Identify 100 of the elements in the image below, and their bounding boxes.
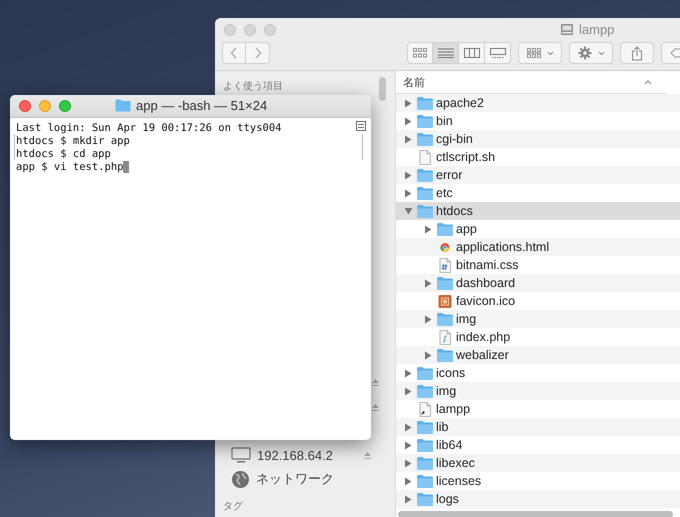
expand-triangle-icon[interactable] (404, 386, 412, 396)
expand-triangle-icon[interactable] (404, 134, 412, 144)
file-name: error (436, 168, 462, 182)
eject-icon[interactable] (371, 403, 380, 412)
file-row[interactable]: error (396, 166, 680, 184)
file-name: bin (436, 114, 453, 128)
view-button[interactable] (433, 42, 459, 64)
file-row[interactable]: webalizer (396, 346, 680, 364)
view-button[interactable] (459, 42, 485, 64)
monitor-icon (231, 446, 251, 464)
file-row[interactable]: apache2 (396, 94, 680, 112)
expand-triangle-icon[interactable] (404, 170, 412, 180)
eject-icon[interactable] (363, 450, 372, 460)
sidebar-section-header: タグ (223, 501, 243, 513)
expand-triangle-icon[interactable] (404, 494, 412, 504)
collapse-triangle-icon[interactable] (404, 207, 413, 215)
folder-icon (416, 366, 434, 380)
file-name: bitnami.css (456, 258, 519, 272)
folder-icon (416, 492, 434, 506)
minimize-button[interactable] (39, 100, 51, 112)
expand-triangle-icon[interactable] (424, 314, 432, 324)
expand-triangle-icon[interactable] (424, 350, 432, 360)
expand-triangle-icon[interactable] (404, 476, 412, 486)
file-row[interactable]: cgi-bin (396, 130, 680, 148)
folder-icon (416, 204, 434, 218)
file-row[interactable]: htdocs (396, 202, 680, 220)
chevron-right-icon (254, 47, 262, 59)
folder-icon (416, 438, 434, 452)
expand-triangle-icon[interactable] (404, 98, 412, 108)
expand-triangle-icon[interactable] (404, 458, 412, 468)
folder-icon (416, 168, 434, 182)
chevron-left-icon (230, 47, 238, 59)
expand-triangle-icon[interactable] (404, 368, 412, 378)
file-name: licenses (436, 474, 482, 488)
drive-icon (560, 23, 574, 36)
terminal-line: app $ vi test.php (16, 160, 124, 172)
file-row[interactable]: img (396, 310, 680, 328)
terminal-line: htdocs $ cd app (16, 148, 111, 160)
file-name: ctlscript.sh (436, 150, 496, 164)
expand-triangle-icon[interactable] (424, 224, 432, 234)
file-row[interactable]: logs (396, 490, 680, 508)
file-name: icons (436, 366, 466, 380)
terminal-line: Last login: Sun Apr 19 00:17:26 on ttys004 (16, 122, 282, 134)
file-row[interactable]: libexec (396, 454, 680, 472)
back-button[interactable] (222, 42, 246, 64)
globe-icon (231, 470, 250, 488)
expand-triangle-icon[interactable] (404, 440, 412, 450)
file-name: applications.html (456, 240, 550, 254)
file-name: etc (436, 186, 453, 200)
view-button[interactable] (407, 42, 433, 64)
folder-icon (436, 222, 454, 236)
column-header[interactable]: 名前 (403, 74, 425, 90)
eject-icon[interactable] (371, 378, 380, 387)
alias-document-icon (419, 402, 431, 416)
file-name: libexec (436, 456, 475, 470)
zoom-button[interactable] (59, 100, 71, 112)
sidebar-item[interactable]: 192.168.64.2 (257, 448, 333, 462)
columns-icon (464, 48, 480, 58)
file-name: logs (436, 492, 459, 506)
folder-icon (416, 114, 434, 128)
file-name: cgi-bin (436, 132, 473, 146)
app-image-icon (436, 294, 454, 308)
horizontal-scrollbar[interactable] (398, 511, 673, 517)
sidebar-section-header: よく使う項目 (223, 81, 283, 93)
window-title: app — -bash — 51×24 (136, 98, 268, 113)
folder-icon (115, 99, 131, 112)
hash-document-icon (439, 258, 451, 272)
arrange-button[interactable] (518, 42, 562, 64)
folder-icon (416, 420, 434, 434)
caret-icon (546, 50, 554, 56)
folder-icon (416, 384, 434, 398)
view-button[interactable] (485, 42, 511, 64)
file-name: index.php (456, 330, 510, 344)
folder-icon (436, 348, 454, 362)
file-row[interactable]: img (396, 382, 680, 400)
folder-icon (436, 276, 454, 290)
expand-triangle-icon[interactable] (404, 116, 412, 126)
expand-triangle-icon[interactable] (404, 188, 412, 198)
file-name: lib (436, 420, 449, 434)
sort-ascending-icon[interactable] (644, 80, 652, 84)
file-name: lampp (436, 402, 470, 416)
gear-icon (578, 46, 592, 60)
scrollbar-thumb[interactable] (379, 77, 386, 101)
close-button[interactable] (19, 100, 31, 112)
file-name: apache2 (436, 96, 484, 110)
split-pane-icon[interactable] (356, 121, 366, 131)
share-button[interactable] (620, 42, 654, 64)
forward-button[interactable] (246, 42, 270, 64)
file-row[interactable]: applications.html (396, 238, 680, 256)
expand-triangle-icon[interactable] (424, 278, 432, 288)
expand-triangle-icon[interactable] (404, 422, 412, 432)
file-name: img (436, 384, 456, 398)
action-button[interactable] (569, 42, 613, 64)
script-document-icon (439, 330, 451, 344)
window-title: lampp (579, 22, 614, 37)
file-name: dashboard (456, 276, 516, 290)
file-row[interactable]: lib (396, 418, 680, 436)
sidebar-item[interactable]: ネットワーク (256, 470, 334, 488)
file-row[interactable]: dashboard (396, 274, 680, 292)
file-name: lib64 (436, 438, 462, 452)
